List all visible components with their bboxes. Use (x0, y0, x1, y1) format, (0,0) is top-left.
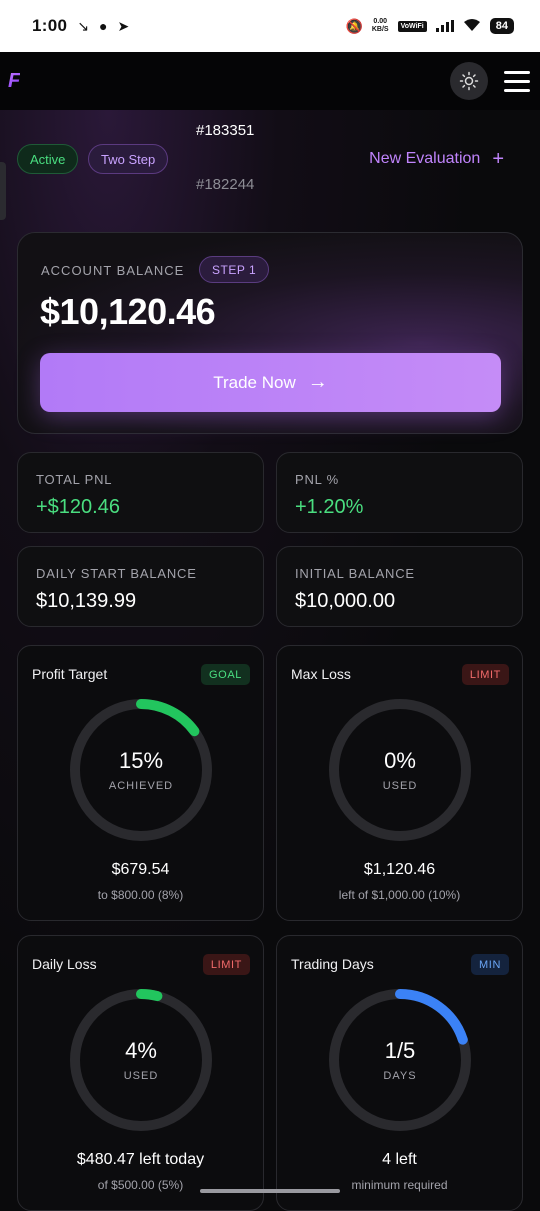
metric-sub-label: USED (123, 1070, 159, 1082)
metric-title: Profit Target (32, 666, 108, 682)
network-speed: 0.00 KB/S (372, 18, 389, 34)
stat-card-daily-start-balance: DAILY START BALANCE $10,139.99 (17, 546, 264, 627)
account-balance-card: ACCOUNT BALANCE STEP 1 $10,120.46 Trade … (17, 232, 523, 434)
stat-value: +$120.46 (36, 496, 120, 518)
metric-title: Daily Loss (32, 956, 97, 972)
trade-now-button[interactable]: Trade Now → (40, 353, 501, 412)
new-evaluation-label: New Evaluation (369, 150, 481, 167)
sun-icon (459, 71, 479, 91)
wifi-icon (463, 18, 481, 34)
theme-toggle-button[interactable] (450, 62, 488, 100)
metric-title: Trading Days (291, 956, 374, 972)
net-speed-unit: KB/S (371, 26, 389, 33)
battery-icon: 84 (489, 18, 514, 34)
home-indicator[interactable] (200, 1189, 340, 1193)
metric-percent: 0% (384, 748, 416, 773)
telegram-icon: ➤ (117, 18, 130, 34)
stat-label: PNL % (295, 472, 339, 487)
metric-percent: 1/5 (384, 1038, 416, 1063)
stat-value: $10,139.99 (36, 590, 137, 612)
signal-icon (435, 20, 454, 32)
account-option-selected[interactable]: #183351 (196, 122, 254, 139)
dashboard-main: Active Two Step #183351 #182244 New Eval… (0, 110, 540, 1211)
metric-sub-label: USED (382, 780, 418, 792)
metric-sub-value: to $800.00 (8%) (97, 888, 184, 902)
min-tag: MIN (471, 954, 509, 975)
chat-icon: ● (98, 18, 108, 34)
metric-percent: 15% (118, 748, 164, 773)
metric-main-value: 4 left (382, 1151, 417, 1168)
metric-sub-value: left of $1,000.00 (10%) (338, 888, 461, 902)
net-speed-value: 0.00 (373, 18, 388, 25)
new-evaluation-button[interactable]: New Evaluation + (369, 149, 504, 169)
metric-main-value: $1,120.46 (363, 861, 436, 878)
stat-card-pnl-percent: PNL % +1.20% (276, 452, 523, 533)
stat-label: DAILY START BALANCE (36, 566, 197, 581)
metric-main-value: $679.54 (111, 861, 170, 878)
metric-sub-label: DAYS (383, 1070, 417, 1082)
goal-tag: GOAL (201, 664, 250, 685)
arrow-right-icon: → (307, 371, 328, 393)
status-badge-active: Active (17, 144, 79, 174)
step-badge: STEP 1 (199, 256, 270, 283)
metric-card-max-loss: Max Loss LIMIT 0% USED $1,120.46 left of… (276, 645, 523, 921)
stat-card-initial-balance: INITIAL BALANCE $10,000.00 (276, 546, 523, 627)
plus-icon: + (492, 148, 504, 170)
stat-card-total-pnl: TOTAL PNL +$120.46 (17, 452, 264, 533)
account-balance-label: ACCOUNT BALANCE (41, 263, 185, 278)
stat-label: INITIAL BALANCE (295, 566, 415, 581)
hamburger-icon[interactable] (504, 70, 530, 92)
metric-card-daily-loss: Daily Loss LIMIT 4% USED $480.47 left to… (17, 935, 264, 1211)
stat-value: +1.20% (295, 496, 364, 518)
account-balance-value: $10,120.46 (40, 291, 216, 332)
stat-label: TOTAL PNL (36, 472, 113, 487)
missed-call-icon: ↘ (77, 18, 89, 34)
metric-title: Max Loss (291, 666, 351, 682)
metric-main-value: $480.47 left today (76, 1151, 205, 1168)
trade-now-label: Trade Now (213, 372, 296, 392)
metric-card-profit-target: Profit Target GOAL 15% ACHIEVED $679.54 … (17, 645, 264, 921)
app-header: F (0, 52, 540, 110)
account-option[interactable]: #182244 (196, 176, 254, 193)
vowifi-icon: VoWiFi (397, 20, 427, 32)
app-logo[interactable]: F (8, 70, 20, 93)
mute-icon: 🔕 (345, 18, 363, 34)
status-time: 1:00 (32, 16, 68, 35)
metric-card-trading-days: Trading Days MIN 1/5 DAYS 4 left minimum… (276, 935, 523, 1211)
limit-tag: LIMIT (202, 954, 250, 975)
account-type-badge: Two Step (88, 144, 169, 174)
side-drawer-handle[interactable] (0, 162, 6, 220)
metric-percent: 4% (125, 1038, 157, 1063)
limit-tag: LIMIT (461, 664, 509, 685)
metric-sub-label: ACHIEVED (108, 780, 174, 792)
stat-value: $10,000.00 (295, 590, 396, 612)
status-bar: 1:00 ↘ ● ➤ 🔕 0.00 KB/S VoWiFi 84 (0, 0, 540, 52)
